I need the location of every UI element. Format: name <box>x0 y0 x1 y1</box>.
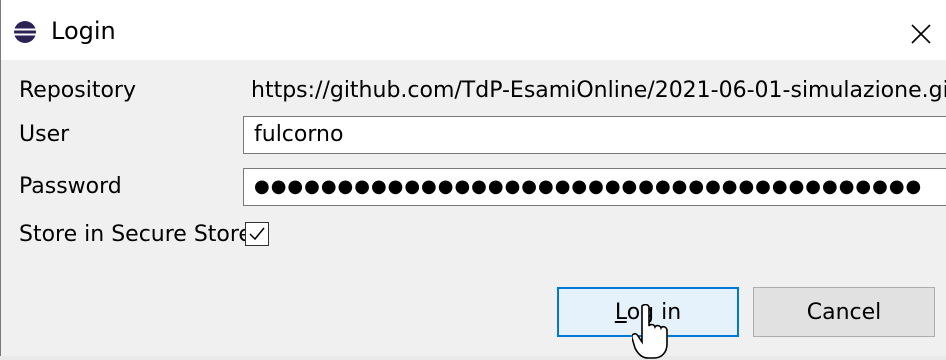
repository-label: Repository <box>19 78 136 103</box>
store-secure-checkbox[interactable] <box>245 222 269 246</box>
eclipse-icon <box>14 21 36 43</box>
repository-url: https://github.com/TdP-EsamiOnline/2021-… <box>251 78 946 103</box>
cancel-button-label: Cancel <box>806 299 882 325</box>
store-secure-label: Store in Secure Store <box>19 222 252 247</box>
password-label: Password <box>19 174 122 199</box>
login-dialog: Login Repository https://github.com/TdP-… <box>0 0 946 359</box>
cancel-button[interactable]: Cancel <box>753 287 935 337</box>
user-label: User <box>19 122 70 147</box>
password-field[interactable]: ●●●●●●●●●●●●●●●●●●●●●●●●●●●●●●●●●●●●●●●● <box>243 168 946 206</box>
title-bar: Login <box>1 0 946 60</box>
close-icon <box>911 24 931 44</box>
close-button[interactable] <box>901 14 941 54</box>
window-title: Login <box>51 17 116 45</box>
user-field[interactable]: fulcorno <box>243 116 946 154</box>
hand-cursor-icon <box>632 304 668 359</box>
checkmark-icon <box>249 227 265 241</box>
